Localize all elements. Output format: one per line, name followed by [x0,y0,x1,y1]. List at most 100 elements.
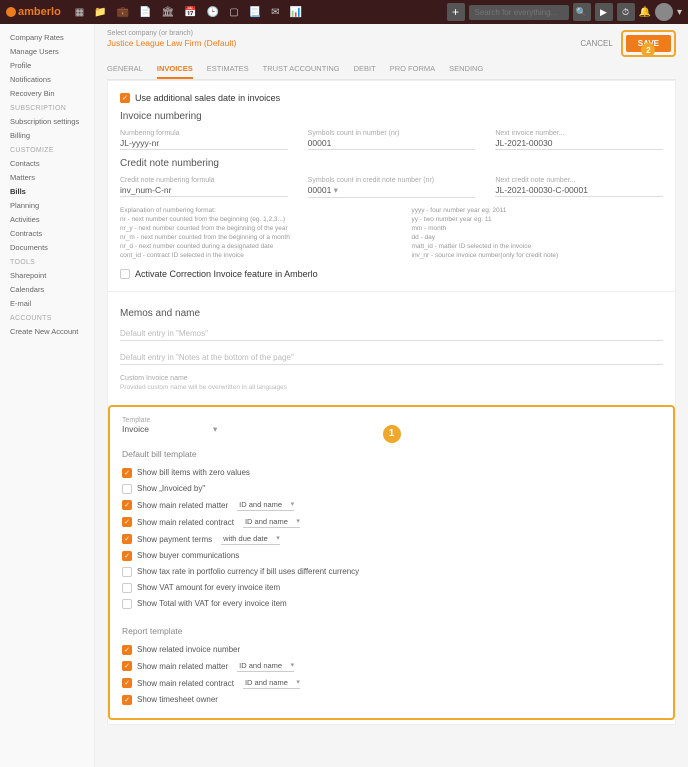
step-1-badge: 1 [383,425,401,443]
save-highlight: SAVE 2 [621,30,676,57]
sidebar-item-contacts[interactable]: Contacts [0,156,94,170]
default-opt-select[interactable]: with due date [221,534,280,545]
tab-estimates[interactable]: ESTIMATES [207,64,249,79]
cancel-button[interactable]: CANCEL [580,39,612,48]
memos-input[interactable]: Default entry in "Memos" [120,327,663,341]
default-opt-row: Show tax rate in portfolio currency if b… [122,564,661,580]
step-2-badge: 2 [641,43,655,57]
clock-icon[interactable]: 🕒 [207,7,219,18]
logo[interactable]: amberlo [6,6,61,18]
sidebar-item-sharepoint[interactable]: Sharepoint [0,268,94,282]
template-label: Template [122,417,661,424]
caret-down-icon[interactable]: ▾ [677,7,682,18]
explain-left: Explanation of numbering format: nr - ne… [120,206,372,261]
sidebar-item-documents[interactable]: Documents [0,240,94,254]
logo-icon [6,7,16,17]
grid-icon[interactable]: ▦ [75,7,84,18]
sidebar-item-manage-users[interactable]: Manage Users [0,44,94,58]
sidebar-header: TOOLS [0,254,94,268]
default-opt-checkbox[interactable] [122,484,132,494]
sidebar-item-planning[interactable]: Planning [0,198,94,212]
default-opt-label: Show bill items with zero values [137,468,250,477]
template-highlight: 1 Template Invoice Default bill template… [108,405,675,720]
sidebar-item-create-new-account[interactable]: Create New Account [0,324,94,338]
formula-input[interactable]: JL-yyyy-nr [120,138,288,150]
chart-icon[interactable]: 📊 [290,7,302,18]
credit-symbols-input[interactable]: 00001 [308,185,476,198]
default-opt-checkbox[interactable] [122,551,132,561]
report-opt-checkbox[interactable] [122,695,132,705]
custom-name-hint: Provided custom name will be overwritten… [120,384,663,391]
document-icon[interactable]: 📄 [139,7,151,18]
report-opt-label: Show timesheet owner [137,695,218,704]
tab-debit[interactable]: DEBIT [354,64,376,79]
use-additional-label: Use additional sales date in invoices [135,93,280,103]
sidebar: Company RatesManage UsersProfileNotifica… [0,24,95,767]
sidebar-item-e-mail[interactable]: E-mail [0,296,94,310]
default-opt-row: Show VAT amount for every invoice item [122,580,661,596]
report-opt-select[interactable]: ID and name [243,678,300,689]
bank-icon[interactable]: 🏛 [162,7,175,18]
invoice-numbering-title: Invoice numbering [120,111,663,122]
numbering-explanation: Explanation of numbering format: nr - ne… [120,206,663,261]
folder-icon[interactable]: 📁 [94,7,106,18]
tab-pro-forma[interactable]: PRO FORMA [390,64,435,79]
sidebar-item-matters[interactable]: Matters [0,170,94,184]
report-opt-checkbox[interactable] [122,678,132,688]
default-opt-select[interactable]: ID and name [243,517,300,528]
default-opt-checkbox[interactable] [122,567,132,577]
page-icon[interactable]: 📃 [249,7,261,18]
tab-trust-accounting[interactable]: TRUST ACCOUNTING [263,64,340,79]
custom-name-label: Custom Invoice name [120,375,663,382]
default-opt-checkbox[interactable] [122,468,132,478]
sidebar-item-recovery-bin[interactable]: Recovery Bin [0,86,94,100]
report-opt-label: Show main related matter [137,662,228,671]
sidebar-item-contracts[interactable]: Contracts [0,226,94,240]
next-number-label: Next invoice number... [495,130,663,137]
memos-title: Memos and name [120,308,663,319]
sidebar-item-activities[interactable]: Activities [0,212,94,226]
use-additional-checkbox[interactable] [120,93,130,103]
tab-sending[interactable]: SENDING [449,64,483,79]
mail-icon[interactable]: ✉ [271,7,279,18]
tab-general[interactable]: GENERAL [107,64,143,79]
timer-icon[interactable]: ⏱ [617,3,635,21]
sidebar-item-company-rates[interactable]: Company Rates [0,30,94,44]
default-opt-checkbox[interactable] [122,534,132,544]
report-opt-checkbox[interactable] [122,645,132,655]
default-opt-checkbox[interactable] [122,583,132,593]
report-opt-select[interactable]: ID and name [237,661,294,672]
default-opt-row: Show bill items with zero values [122,465,661,481]
sidebar-item-billing[interactable]: Billing [0,128,94,142]
report-opt-row: Show related invoice number [122,642,661,658]
notes-input[interactable]: Default entry in "Notes at the bottom of… [120,351,663,365]
report-opt-checkbox[interactable] [122,661,132,671]
default-opt-checkbox[interactable] [122,517,132,527]
sidebar-item-calendars[interactable]: Calendars [0,282,94,296]
sidebar-item-notifications[interactable]: Notifications [0,72,94,86]
briefcase-icon[interactable]: 💼 [117,7,129,18]
default-opt-checkbox[interactable] [122,500,132,510]
default-opt-label: Show buyer communications [137,551,239,560]
bell-icon[interactable]: 🔔 [639,7,651,18]
search-icon[interactable]: 🔍 [573,3,591,21]
symbols-input[interactable]: 00001 [308,138,476,150]
default-opt-checkbox[interactable] [122,599,132,609]
activate-correction-checkbox[interactable] [120,269,130,279]
play-icon[interactable]: ▶ [595,3,613,21]
avatar[interactable] [655,3,673,21]
default-opt-select[interactable]: ID and name [237,500,294,511]
calendar-icon[interactable]: 📅 [184,7,196,18]
report-opt-row: Show main related matter ID and name [122,658,661,675]
sidebar-item-bills[interactable]: Bills [0,184,94,198]
sidebar-item-profile[interactable]: Profile [0,58,94,72]
add-button[interactable]: + [447,3,465,21]
default-opt-row: Show buyer communications [122,548,661,564]
sidebar-item-subscription-settings[interactable]: Subscription settings [0,114,94,128]
box-icon[interactable]: ▢ [229,7,238,18]
tab-invoices[interactable]: INVOICES [157,64,193,79]
default-opt-label: Show main related contract [137,518,234,527]
search-input[interactable] [469,5,569,20]
tabs: GENERAL INVOICES ESTIMATES TRUST ACCOUNTING… [107,64,676,80]
credit-formula-input[interactable]: inv_num-C-nr [120,185,288,197]
